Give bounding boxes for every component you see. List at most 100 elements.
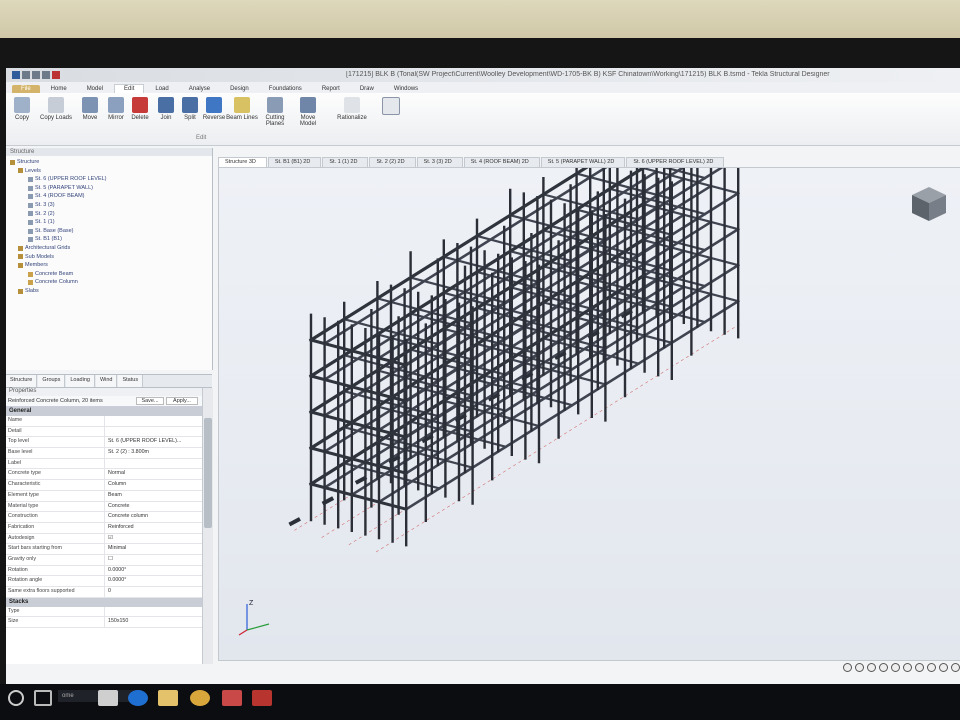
tree-item-structure[interactable]: Structure (10, 158, 208, 167)
tree-item-concrete-column[interactable]: Concrete Column (10, 278, 208, 287)
search-icon[interactable] (8, 690, 24, 706)
tab-design[interactable]: Design (221, 85, 258, 93)
tab-loading[interactable]: Loading (66, 375, 95, 387)
nav-icon[interactable] (915, 663, 924, 672)
property-value[interactable] (105, 459, 202, 469)
tree-item-levels[interactable]: Levels (10, 167, 208, 176)
property-row[interactable]: Gravity only ☐ (6, 554, 202, 566)
property-value[interactable] (105, 416, 202, 426)
tab-report[interactable]: Report (313, 85, 349, 93)
group-general[interactable]: General (6, 407, 202, 416)
copy-loads-button[interactable]: Copy Loads (38, 97, 74, 121)
property-value[interactable]: 150x150 (105, 617, 202, 627)
nav-icon[interactable] (879, 663, 888, 672)
tab-level-view[interactable]: St. 5 (PARAPET WALL) 2D (540, 157, 626, 167)
move-button[interactable]: Move (76, 97, 104, 121)
tree-item-level[interactable]: St. 2 (2) (10, 210, 208, 219)
property-row[interactable]: Material type Concrete (6, 501, 202, 513)
edge-icon[interactable] (128, 690, 148, 706)
cutting-planes-button[interactable]: Cutting Planes (260, 97, 290, 127)
tab-level-view[interactable]: St. 1 (1) 2D (322, 157, 369, 167)
tab-draw[interactable]: Draw (351, 85, 383, 93)
property-row[interactable]: Same extra floors supported 0 (6, 587, 202, 598)
tab-groups[interactable]: Groups (38, 375, 66, 387)
tab-model[interactable]: Model (78, 85, 112, 93)
tree-item-level[interactable]: St. 4 (ROOF BEAM) (10, 192, 208, 201)
redo-icon[interactable] (42, 71, 50, 79)
pdf-reader-icon[interactable] (252, 690, 272, 706)
tree-item-level[interactable]: St. B1 (B1) (10, 235, 208, 244)
view-cube[interactable] (909, 184, 949, 224)
tree-item-level[interactable]: St. 1 (1) (10, 218, 208, 227)
nav-icon[interactable] (927, 663, 936, 672)
property-row[interactable]: Base level St. 2 (2) : 3.800m (6, 448, 202, 459)
concrete-beam[interactable] (322, 168, 657, 346)
property-row[interactable]: Characteristic Column (6, 480, 202, 491)
nav-icon[interactable] (891, 663, 900, 672)
tree-item-level[interactable]: St. 3 (3) (10, 201, 208, 210)
property-value[interactable]: 0.0000° (105, 566, 202, 576)
nav-icon[interactable] (951, 663, 960, 672)
property-value[interactable]: ☑ (105, 534, 202, 544)
property-row[interactable]: Detail (6, 426, 202, 438)
property-row[interactable]: Concrete type Normal (6, 469, 202, 481)
delete-button[interactable]: Delete (126, 97, 154, 121)
tab-level-view[interactable]: St. B1 (B1) 2D (267, 157, 322, 167)
property-row[interactable]: Name (6, 416, 202, 427)
nav-icon[interactable] (843, 663, 852, 672)
tab-home[interactable]: Home (42, 85, 76, 93)
property-row[interactable]: Type (6, 606, 202, 618)
property-value[interactable]: Concrete column (105, 512, 202, 522)
property-value[interactable]: Column (105, 480, 202, 490)
tab-structure[interactable]: Structure (6, 375, 38, 387)
property-value[interactable] (105, 607, 202, 617)
tab-analyse[interactable]: Analyse (180, 85, 219, 93)
save-button[interactable]: Save... (136, 397, 164, 405)
tree-item-level[interactable]: St. 6 (UPPER ROOF LEVEL) (10, 175, 208, 184)
property-value[interactable]: St. 2 (2) : 3.800m (105, 448, 202, 458)
property-row[interactable]: Autodesign ☑ (6, 533, 202, 545)
tab-status[interactable]: Status (118, 375, 144, 387)
copy-button[interactable]: Copy (8, 97, 36, 121)
property-row[interactable]: Size 150x150 (6, 617, 202, 629)
property-value[interactable]: Beam (105, 491, 202, 501)
property-row[interactable]: Element type Beam (6, 490, 202, 502)
property-value[interactable]: Minimal (105, 544, 202, 554)
property-row[interactable]: Construction Concrete column (6, 512, 202, 523)
property-value[interactable]: Concrete (105, 502, 202, 512)
property-row[interactable]: Fabrication Reinforced (6, 522, 202, 534)
tree-item-slabs[interactable]: Slabs (10, 287, 208, 296)
property-value[interactable]: 0 (105, 587, 202, 597)
undo-icon[interactable] (32, 71, 40, 79)
file-explorer-icon[interactable] (158, 690, 178, 706)
group-stacks[interactable]: Stacks (6, 597, 202, 607)
property-row[interactable]: Rotation angle 0.0000° (6, 576, 202, 587)
property-row[interactable]: Top level St. 6 (UPPER ROOF LEVEL)... (6, 437, 202, 449)
beam-lines-button[interactable]: Beam Lines (226, 97, 258, 121)
tree-item-level[interactable]: St. 5 (PARAPET WALL) (10, 184, 208, 193)
tab-level-view[interactable]: St. 3 (3) 2D (416, 157, 463, 167)
property-value[interactable]: Reinforced (105, 523, 202, 533)
structure-3d-model[interactable] (219, 168, 960, 660)
nav-icon[interactable] (939, 663, 948, 672)
tab-level-view[interactable]: St. 2 (2) 2D (369, 157, 416, 167)
properties-scrollbar[interactable] (202, 388, 213, 664)
rationalize-button[interactable]: Rationalize (330, 97, 374, 121)
move-model-button[interactable]: Move Model (292, 97, 324, 127)
selection-dropdown[interactable]: Reinforced Concrete Column, 20 items (6, 398, 136, 404)
property-value[interactable]: 0.0000° (105, 576, 202, 586)
tree-item-concrete-beam[interactable]: Concrete Beam (10, 270, 208, 279)
tab-foundations[interactable]: Foundations (260, 85, 311, 93)
tab-edit[interactable]: Edit (114, 84, 145, 93)
tab-load[interactable]: Load (146, 85, 177, 93)
tree-item-sub-models[interactable]: Sub Models (10, 253, 208, 262)
property-row[interactable]: Start bars starting from Minimal (6, 544, 202, 555)
chrome-icon[interactable] (190, 690, 210, 706)
task-view-icon[interactable] (34, 690, 52, 706)
tab-wind[interactable]: Wind (95, 375, 118, 387)
tekla-icon[interactable] (222, 690, 242, 706)
nav-icon[interactable] (903, 663, 912, 672)
close-icon[interactable] (52, 71, 60, 79)
tab-level-view[interactable]: St. 6 (UPPER ROOF LEVEL) 2D (626, 157, 725, 167)
tree-item-architectural-grids[interactable]: Architectural Grids (10, 244, 208, 253)
